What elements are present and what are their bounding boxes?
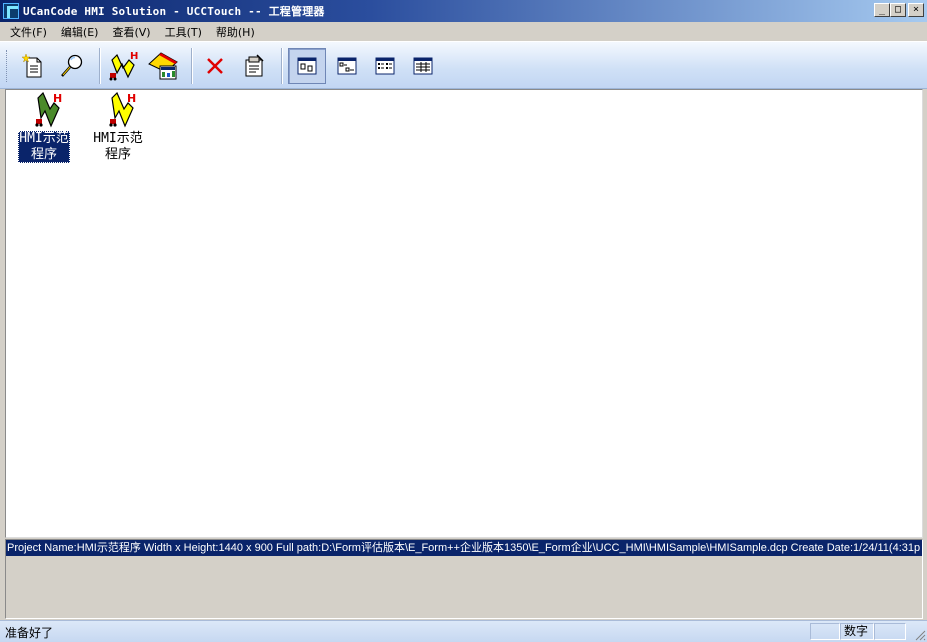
num-lock-indicator: 数字 [840, 623, 874, 640]
status-pane-empty [874, 623, 906, 640]
status-pane-empty [810, 623, 840, 640]
project-name: HMI示范 程序 [18, 131, 70, 163]
hmi-project-icon: H [109, 51, 138, 81]
view-details-button[interactable] [406, 48, 440, 84]
svg-text:H: H [130, 51, 138, 62]
delete-button[interactable] [198, 48, 232, 84]
status-text: 准备好了 [5, 626, 54, 640]
project-info-pane[interactable]: Project Name:HMI示范程序 Width x Height:1440… [5, 539, 923, 619]
menu-tools[interactable]: 工具(T) [158, 24, 209, 40]
menu-bar: 文件(F) 编辑(E) 查看(V) 工具(T) 帮助(H) [0, 22, 927, 41]
toolbar: H [0, 41, 927, 89]
small-icons-view-icon [337, 57, 357, 75]
toolbar-separator [99, 48, 101, 84]
run-button[interactable] [146, 48, 180, 84]
toolbar-separator [281, 48, 283, 84]
window-title: UCanCode HMI Solution - UCCTouch -- 工程管理… [23, 5, 325, 18]
toolbar-grip[interactable] [6, 50, 9, 82]
project-item[interactable]: H HMI示范 程序 [8, 90, 80, 163]
menu-help[interactable]: 帮助(H) [209, 24, 262, 40]
toolbar-separator [191, 48, 193, 84]
svg-text:H: H [127, 92, 136, 105]
menu-edit[interactable]: 编辑(E) [54, 24, 106, 40]
minimize-button[interactable]: _ [874, 3, 890, 17]
runtime-icon [148, 52, 178, 80]
find-button[interactable] [55, 48, 89, 84]
magnifier-icon [61, 54, 83, 77]
open-hmi-button[interactable]: H [106, 48, 140, 84]
new-document-icon [21, 53, 42, 78]
project-name: HMI示范 程序 [93, 131, 143, 162]
menu-view[interactable]: 查看(V) [105, 24, 157, 40]
close-button[interactable]: × [908, 3, 924, 17]
maximize-button[interactable]: □ [890, 3, 906, 17]
project-item[interactable]: H HMI示范 程序 [82, 90, 154, 163]
app-icon[interactable] [3, 3, 19, 19]
properties-button[interactable] [237, 48, 271, 84]
large-icons-view-icon [297, 57, 317, 75]
view-large-icons-button[interactable] [288, 48, 326, 84]
list-view-icon [375, 57, 395, 75]
project-list-view[interactable]: H HMI示范 程序 H HMI示范 程序 [5, 89, 923, 538]
project-info-line[interactable]: Project Name:HMI示范程序 Width x Height:1440… [6, 540, 922, 556]
menu-file[interactable]: 文件(F) [3, 24, 54, 40]
view-list-button[interactable] [368, 48, 402, 84]
svg-text:H: H [53, 92, 62, 105]
details-view-icon [413, 57, 433, 75]
window-controls: _ □ × [874, 3, 924, 17]
properties-icon [245, 54, 264, 77]
status-bar: 准备好了 数字 [0, 620, 927, 642]
resize-grip-icon[interactable] [914, 629, 926, 641]
hmi-project-icon: H [24, 91, 64, 130]
delete-x-icon [207, 58, 223, 74]
title-bar[interactable]: UCanCode HMI Solution - UCCTouch -- 工程管理… [0, 0, 927, 22]
new-project-button[interactable] [16, 48, 50, 84]
view-small-icons-button[interactable] [330, 48, 364, 84]
hmi-project-icon: H [98, 91, 138, 130]
